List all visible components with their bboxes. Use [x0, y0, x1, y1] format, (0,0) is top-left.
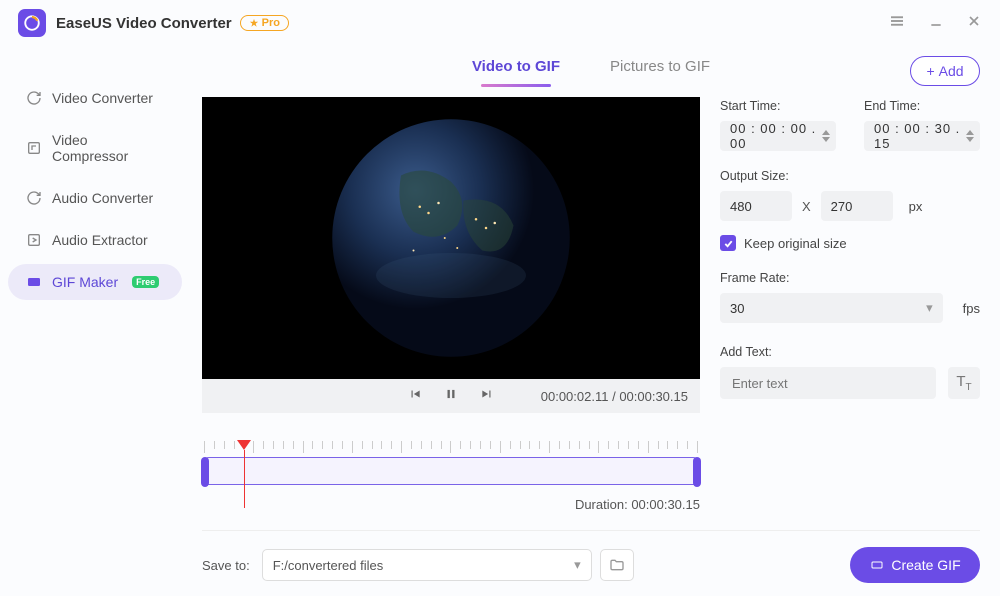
audio-refresh-icon: [26, 190, 42, 206]
end-time-input[interactable]: 00 : 00 : 30 . 15: [864, 121, 980, 151]
duration-display: Duration: 00:00:30.15: [202, 497, 700, 512]
minimize-icon[interactable]: [928, 13, 944, 34]
create-gif-button[interactable]: Create GIF: [850, 547, 980, 583]
browse-folder-button[interactable]: [600, 549, 634, 581]
chevron-down-icon: ▾: [574, 557, 581, 573]
chevron-down-icon: ▾: [926, 300, 933, 316]
sidebar-item-gif-maker[interactable]: GIF Maker Free: [8, 264, 182, 300]
sidebar-item-video-converter[interactable]: Video Converter: [8, 80, 182, 116]
gif-icon: [26, 274, 42, 290]
menu-icon[interactable]: [888, 12, 906, 35]
text-icon: TT: [956, 373, 971, 393]
sidebar-item-audio-converter[interactable]: Audio Converter: [8, 180, 182, 216]
output-size-label: Output Size:: [720, 169, 980, 183]
width-input[interactable]: [720, 191, 792, 221]
keep-original-checkbox[interactable]: [720, 235, 736, 251]
start-time-input[interactable]: 00 : 00 : 00 . 00: [720, 121, 836, 151]
folder-icon: [609, 557, 625, 573]
range-handle-right[interactable]: [693, 457, 701, 487]
start-time-label: Start Time:: [720, 99, 836, 113]
timeline[interactable]: Duration: 00:00:30.15: [202, 441, 700, 512]
start-time-stepper[interactable]: [822, 130, 830, 142]
add-button[interactable]: +Add: [910, 56, 980, 86]
sidebar-item-video-compressor[interactable]: Video Compressor: [8, 122, 182, 174]
app-title: EaseUS Video Converter: [56, 15, 232, 32]
extract-icon: [26, 232, 42, 248]
framerate-label: Frame Rate:: [720, 271, 980, 285]
refresh-icon: [26, 90, 42, 106]
text-style-button[interactable]: TT: [948, 367, 980, 399]
close-icon[interactable]: [966, 13, 982, 34]
video-preview: [202, 97, 700, 379]
time-display: 00:00:02.11 / 00:00:30.15: [541, 389, 688, 404]
framerate-select[interactable]: 30 ▾: [720, 293, 943, 323]
player-controls: 00:00:02.11 / 00:00:30.15: [202, 379, 700, 413]
next-icon[interactable]: [480, 387, 494, 406]
height-input[interactable]: [821, 191, 893, 221]
sidebar: Video Converter Video Compressor Audio C…: [0, 46, 190, 596]
playhead[interactable]: [243, 440, 251, 508]
save-to-label: Save to:: [202, 558, 250, 573]
compress-icon: [26, 140, 42, 156]
range-selector[interactable]: [202, 457, 700, 485]
addtext-input[interactable]: [720, 367, 936, 399]
free-badge: Free: [132, 276, 159, 288]
keep-original-label: Keep original size: [744, 236, 847, 251]
pause-icon[interactable]: [444, 387, 458, 406]
gif-icon: [869, 559, 885, 571]
range-handle-left[interactable]: [201, 457, 209, 487]
plus-icon: +: [926, 63, 934, 79]
sidebar-item-audio-extractor[interactable]: Audio Extractor: [8, 222, 182, 258]
tab-pictures-to-gif[interactable]: Pictures to GIF: [610, 58, 710, 87]
tab-video-to-gif[interactable]: Video to GIF: [472, 58, 560, 87]
end-time-label: End Time:: [864, 99, 980, 113]
prev-icon[interactable]: [408, 387, 422, 406]
addtext-label: Add Text:: [720, 345, 980, 359]
pro-badge: Pro: [240, 15, 289, 31]
end-time-stepper[interactable]: [966, 130, 974, 142]
app-logo: [18, 9, 46, 37]
save-path-select[interactable]: F:/convertered files ▾: [262, 549, 592, 581]
